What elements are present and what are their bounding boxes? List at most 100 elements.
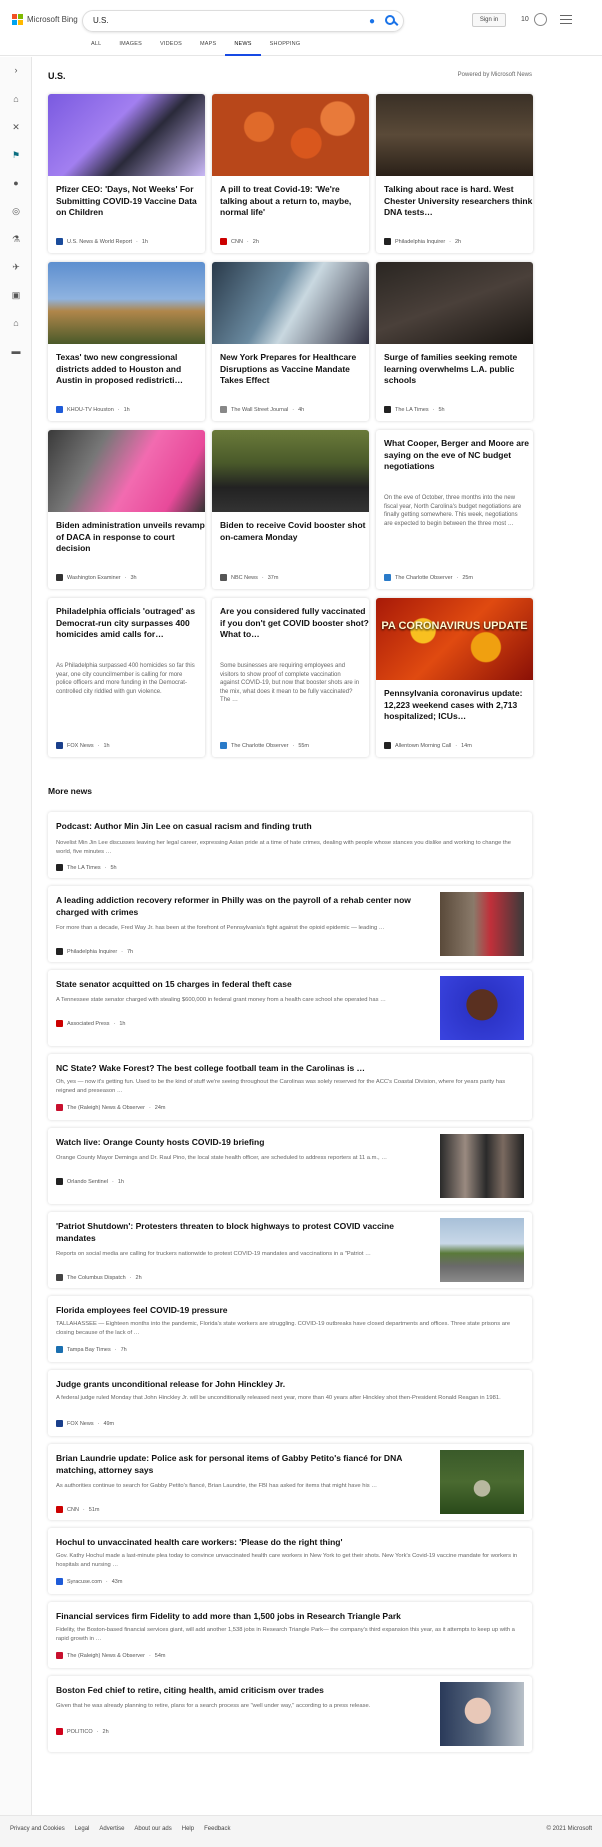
search-icon[interactable] (385, 15, 395, 25)
item-description: For more than a decade, Fred Way Jr. has… (56, 925, 385, 931)
expand-chevron-icon[interactable]: › (11, 65, 21, 75)
news-list-item[interactable]: Brian Laundrie update: Police ask for pe… (48, 1444, 532, 1520)
news-list-item[interactable]: Podcast: Author Min Jin Lee on casual ra… (48, 812, 532, 878)
news-thumbnail[interactable] (440, 892, 524, 956)
card-title[interactable]: Pennsylvania coronavirus update: 12,223 … (384, 688, 533, 723)
news-thumbnail[interactable] (440, 1450, 524, 1514)
news-list-item[interactable]: Watch live: Orange County hosts COVID-19… (48, 1128, 532, 1204)
item-title[interactable]: NC State? Wake Forest? The best college … (56, 1062, 365, 1074)
bing-logo[interactable]: Microsoft Bing (12, 14, 78, 25)
local-pin-icon[interactable]: ● (11, 178, 21, 188)
rewards-points[interactable]: 10 (521, 16, 529, 23)
home-icon[interactable]: ⌂ (11, 94, 21, 104)
footer-link-legal[interactable]: Legal (75, 1826, 90, 1832)
news-thumbnail[interactable] (440, 1682, 524, 1746)
item-title[interactable]: Florida employees feel COVID-19 pressure (56, 1304, 227, 1316)
hamburger-menu-icon[interactable] (560, 15, 572, 27)
footer-link-feedback[interactable]: Feedback (204, 1826, 230, 1832)
card-source: The Wall Street Journal · 4h (220, 406, 304, 413)
news-image (376, 94, 533, 176)
news-list-item[interactable]: State senator acquitted on 15 charges in… (48, 970, 532, 1046)
card-title[interactable]: Are you considered fully vaccinated if y… (220, 606, 369, 641)
news-card[interactable]: Philadelphia officials 'outraged' as Dem… (48, 598, 205, 757)
item-description: As authorities continue to search for Ga… (56, 1483, 378, 1489)
tab-all[interactable]: ALL (82, 40, 110, 56)
card-source: U.S. News & World Report · 1h (56, 238, 148, 245)
item-title[interactable]: Podcast: Author Min Jin Lee on casual ra… (56, 820, 312, 832)
microphone-icon[interactable]: ● (369, 16, 377, 27)
entertainment-icon[interactable]: ▣ (11, 290, 21, 300)
news-card[interactable]: Texas' two new congressional districts a… (48, 262, 205, 421)
footer-link-about-ads[interactable]: About our ads (134, 1826, 171, 1832)
news-list-item[interactable]: NC State? Wake Forest? The best college … (48, 1054, 532, 1120)
news-card[interactable]: Pfizer CEO: 'Days, Not Weeks' For Submit… (48, 94, 205, 253)
item-title[interactable]: Brian Laundrie update: Police ask for pe… (56, 1452, 422, 1476)
science-icon[interactable]: ⚗ (11, 234, 21, 244)
news-thumbnail[interactable] (440, 1134, 524, 1198)
news-card[interactable]: PA CORONAVIRUS UPDATE Pennsylvania coron… (376, 598, 533, 757)
card-title[interactable]: Biden to receive Covid booster shot on-c… (220, 520, 369, 543)
card-title[interactable]: A pill to treat Covid-19: 'We're talking… (220, 184, 369, 219)
section-title: U.S. (48, 71, 66, 81)
card-title[interactable]: Philadelphia officials 'outraged' as Dem… (56, 606, 205, 641)
rewards-trophy-icon[interactable] (534, 13, 547, 26)
news-card[interactable]: New York Prepares for Healthcare Disrupt… (212, 262, 369, 421)
item-title[interactable]: State senator acquitted on 15 charges in… (56, 978, 422, 990)
publisher-logo-icon (56, 1274, 63, 1281)
footer-link-help[interactable]: Help (182, 1826, 194, 1832)
card-title[interactable]: Pfizer CEO: 'Days, Not Weeks' For Submit… (56, 184, 205, 219)
footer-link-advertise[interactable]: Advertise (99, 1826, 124, 1832)
top-stories-icon[interactable]: ✕ (11, 122, 21, 132)
card-title[interactable]: Surge of families seeking remote learnin… (384, 352, 533, 387)
item-title[interactable]: Hochul to unvaccinated health care worke… (56, 1536, 343, 1548)
us-flag-icon[interactable]: ⚑ (11, 150, 21, 160)
news-thumbnail[interactable] (440, 1218, 524, 1282)
sign-in-button[interactable]: Sign in (472, 13, 506, 27)
card-title[interactable]: What Cooper, Berger and Moore are saying… (384, 438, 533, 473)
business-icon[interactable]: ▬ (11, 346, 21, 356)
tab-images[interactable]: IMAGES (110, 40, 151, 56)
item-source: Syracuse.com · 43m (56, 1578, 122, 1585)
card-title[interactable]: Talking about race is hard. West Chester… (384, 184, 533, 219)
card-title[interactable]: Biden administration unveils revamp of D… (56, 520, 205, 555)
microsoft-logo-icon (12, 14, 23, 25)
sports-icon[interactable]: ✈ (11, 262, 21, 272)
item-title[interactable]: 'Patriot Shutdown': Protesters threaten … (56, 1220, 422, 1244)
world-globe-icon[interactable]: ◎ (11, 206, 21, 216)
news-list-item[interactable]: Judge grants unconditional release for J… (48, 1370, 532, 1436)
politics-icon[interactable]: ⌂ (11, 318, 21, 328)
news-list-item[interactable]: Hochul to unvaccinated health care worke… (48, 1528, 532, 1594)
item-title[interactable]: Boston Fed chief to retire, citing healt… (56, 1684, 422, 1696)
news-list-item[interactable]: A leading addiction recovery reformer in… (48, 886, 532, 962)
news-card[interactable]: Biden administration unveils revamp of D… (48, 430, 205, 589)
item-title[interactable]: Watch live: Orange County hosts COVID-19… (56, 1136, 422, 1148)
item-title[interactable]: A leading addiction recovery reformer in… (56, 894, 422, 918)
news-card[interactable]: Biden to receive Covid booster shot on-c… (212, 430, 369, 589)
search-box[interactable]: U.S. ● (82, 10, 404, 32)
tab-maps[interactable]: MAPS (191, 40, 225, 56)
card-title[interactable]: New York Prepares for Healthcare Disrupt… (220, 352, 369, 387)
publisher-logo-icon (56, 238, 63, 245)
news-list-item[interactable]: 'Patriot Shutdown': Protesters threaten … (48, 1212, 532, 1288)
news-card[interactable]: Talking about race is hard. West Chester… (376, 94, 533, 253)
publisher-logo-icon (56, 1652, 63, 1659)
item-description: Given that he was already planning to re… (56, 1703, 371, 1709)
news-list-item[interactable]: Florida employees feel COVID-19 pressure… (48, 1296, 532, 1362)
news-card[interactable]: Surge of families seeking remote learnin… (376, 262, 533, 421)
news-card[interactable]: A pill to treat Covid-19: 'We're talking… (212, 94, 369, 253)
news-card[interactable]: What Cooper, Berger and Moore are saying… (376, 430, 533, 589)
news-card[interactable]: Are you considered fully vaccinated if y… (212, 598, 369, 757)
tab-videos[interactable]: VIDEOS (151, 40, 191, 56)
footer-link-privacy[interactable]: Privacy and Cookies (10, 1826, 65, 1832)
publisher-logo-icon (56, 1728, 63, 1735)
news-list-item[interactable]: Financial services firm Fidelity to add … (48, 1602, 532, 1668)
search-input[interactable]: U.S. (93, 16, 109, 25)
item-title[interactable]: Financial services firm Fidelity to add … (56, 1610, 401, 1622)
news-thumbnail[interactable] (440, 976, 524, 1040)
card-title[interactable]: Texas' two new congressional districts a… (56, 352, 205, 387)
tab-shopping[interactable]: SHOPPING (261, 40, 310, 56)
news-list-item[interactable]: Boston Fed chief to retire, citing healt… (48, 1676, 532, 1752)
card-source: NBC News · 37m (220, 574, 278, 581)
item-title[interactable]: Judge grants unconditional release for J… (56, 1378, 285, 1390)
tab-news[interactable]: NEWS (225, 40, 261, 56)
